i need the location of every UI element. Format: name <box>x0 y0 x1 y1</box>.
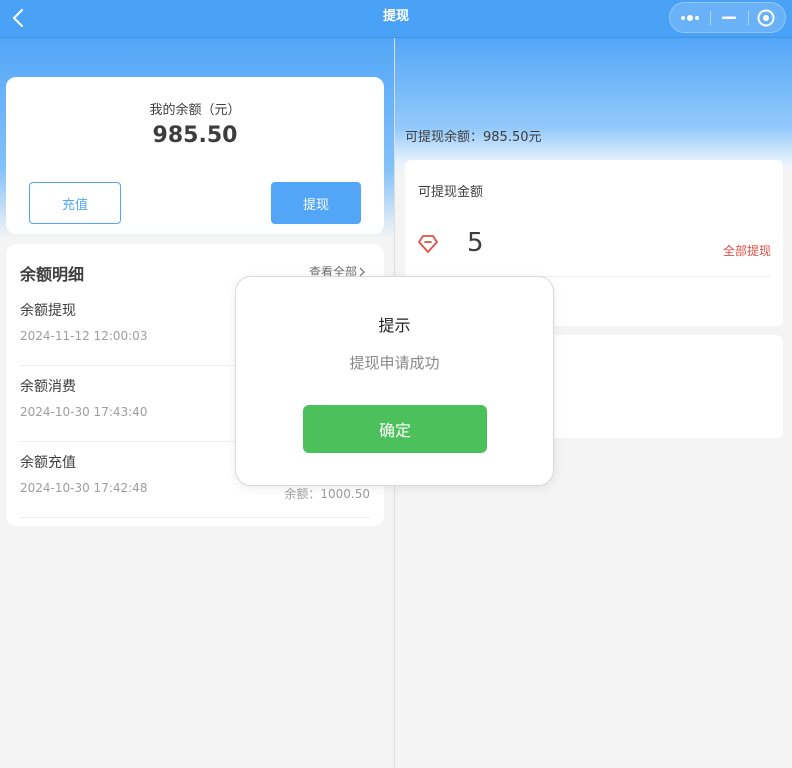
minimize-icon <box>722 16 736 19</box>
dialog-message: 提现申请成功 <box>349 354 440 372</box>
close-button[interactable] <box>749 3 786 32</box>
capsule-menu <box>669 2 786 33</box>
minimize-button[interactable] <box>711 3 748 32</box>
dialog-title: 提示 <box>378 316 411 335</box>
alert-dialog: 提示 提现申请成功 确定 <box>235 276 554 486</box>
confirm-button[interactable]: 确定 <box>303 405 487 453</box>
navigation-bar: 提现 <box>0 0 792 38</box>
close-circle-icon <box>757 9 775 27</box>
more-button[interactable] <box>670 3 710 32</box>
more-dots-icon <box>681 15 699 21</box>
